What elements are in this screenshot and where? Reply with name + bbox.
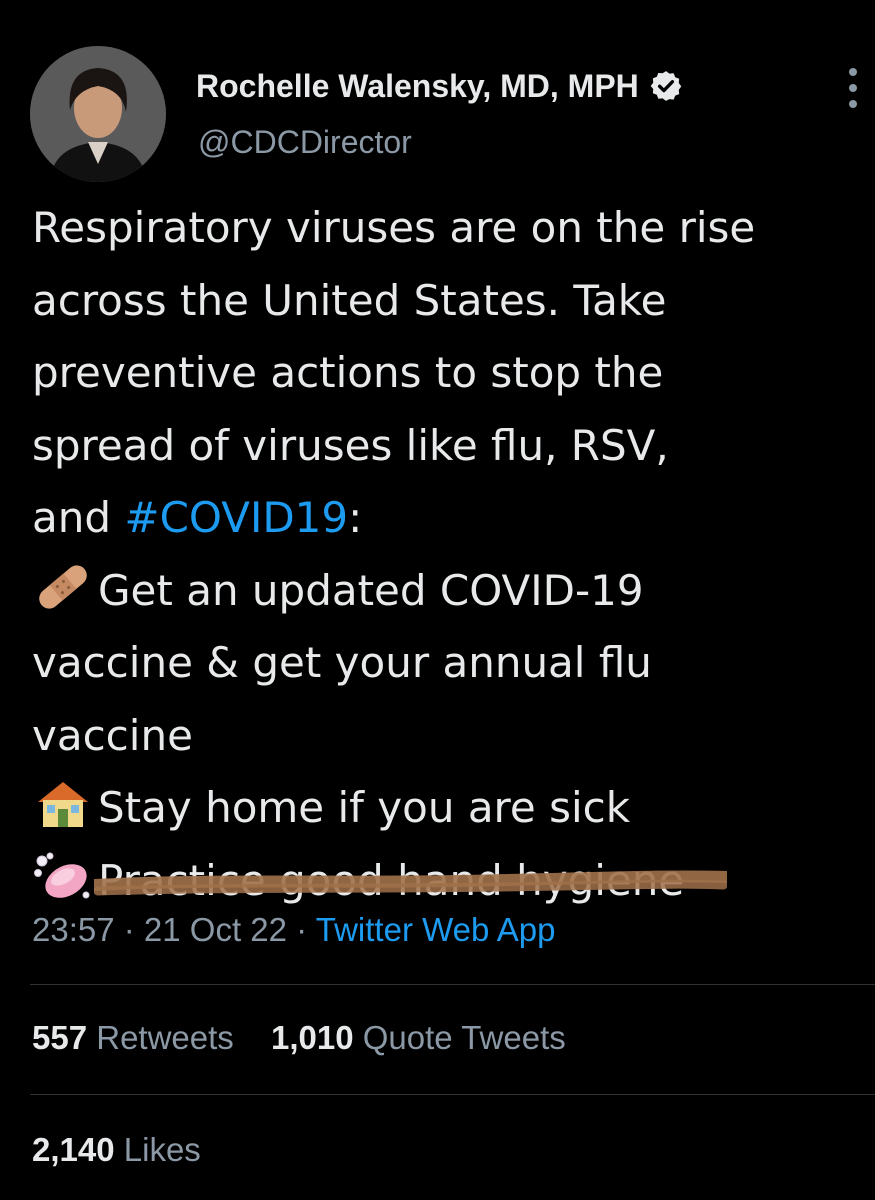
tweet-line-prefix: and: [32, 493, 125, 542]
tweet-line: Practice good hand hygiene: [32, 845, 872, 918]
retweets-stat[interactable]: 557 Retweets: [32, 1019, 234, 1056]
tweet-line: Get an updated COVID-19: [32, 555, 872, 628]
adhesive-bandage-icon: [39, 564, 87, 609]
retweets-label: Retweets: [96, 1019, 234, 1056]
tweet-line: spread of viruses like flu, RSV,: [32, 420, 669, 470]
tweet-text: Respiratory viruses are on the rise acro…: [32, 192, 872, 917]
tweet-date[interactable]: 21 Oct 22: [144, 911, 287, 948]
tweet-line-text: Stay home if you are sick: [98, 783, 631, 832]
dot: [849, 100, 857, 108]
likes-label: Likes: [123, 1131, 201, 1168]
tweet-time[interactable]: 23:57: [32, 911, 115, 948]
meta-separator: ·: [287, 911, 316, 948]
tweet-line: Stay home if you are sick: [32, 772, 872, 845]
source-app-link[interactable]: Twitter Web App: [316, 911, 556, 948]
likes-count: 2,140: [32, 1131, 115, 1168]
divider: [30, 984, 875, 985]
author-handle[interactable]: @CDCDirector: [198, 122, 412, 162]
tweet-line: vaccine: [32, 710, 193, 760]
more-options-icon[interactable]: [843, 68, 863, 108]
author-display-name-row[interactable]: Rochelle Walensky, MD, MPH: [196, 66, 683, 106]
tweet-line: preventive actions to stop the: [32, 348, 664, 397]
tweet-stats: 557 Retweets 1,010 Quote Tweets: [32, 1016, 594, 1060]
hashtag-link[interactable]: #COVID19: [124, 493, 348, 542]
retweets-count: 557: [32, 1019, 88, 1056]
quote-tweets-count: 1,010: [270, 1019, 354, 1056]
author-display-name[interactable]: Rochelle Walensky, MD, MPH: [196, 66, 639, 106]
likes-stat[interactable]: 2,140 Likes: [32, 1128, 201, 1172]
soap-icon: [34, 852, 90, 898]
scribbled-text: Practice good hand hygiene: [94, 845, 728, 918]
quote-tweets-stat[interactable]: 1,010 Quote Tweets: [271, 1019, 566, 1056]
divider: [30, 1094, 875, 1095]
dot: [849, 84, 857, 92]
tweet-line: and #COVID19:: [32, 482, 872, 555]
house-icon: [38, 782, 88, 827]
quote-tweets-label: Quote Tweets: [362, 1019, 566, 1056]
verified-badge-icon: [650, 71, 682, 101]
tweet-line: across the United States. Take: [32, 275, 667, 325]
tweet-meta: 23:57 · 21 Oct 22 · Twitter Web App: [32, 908, 555, 952]
tweet-line-text: Get an updated COVID-19: [98, 565, 644, 615]
dot: [849, 68, 857, 76]
avatar[interactable]: [30, 46, 166, 182]
tweet-line: Respiratory viruses are on the rise: [32, 203, 756, 252]
tweet-line-text: Practice good hand hygiene: [98, 855, 685, 905]
tweet-line: vaccine & get your annual flu: [32, 638, 652, 687]
tweet-line-suffix: :: [348, 493, 363, 542]
meta-separator: ·: [114, 911, 144, 948]
